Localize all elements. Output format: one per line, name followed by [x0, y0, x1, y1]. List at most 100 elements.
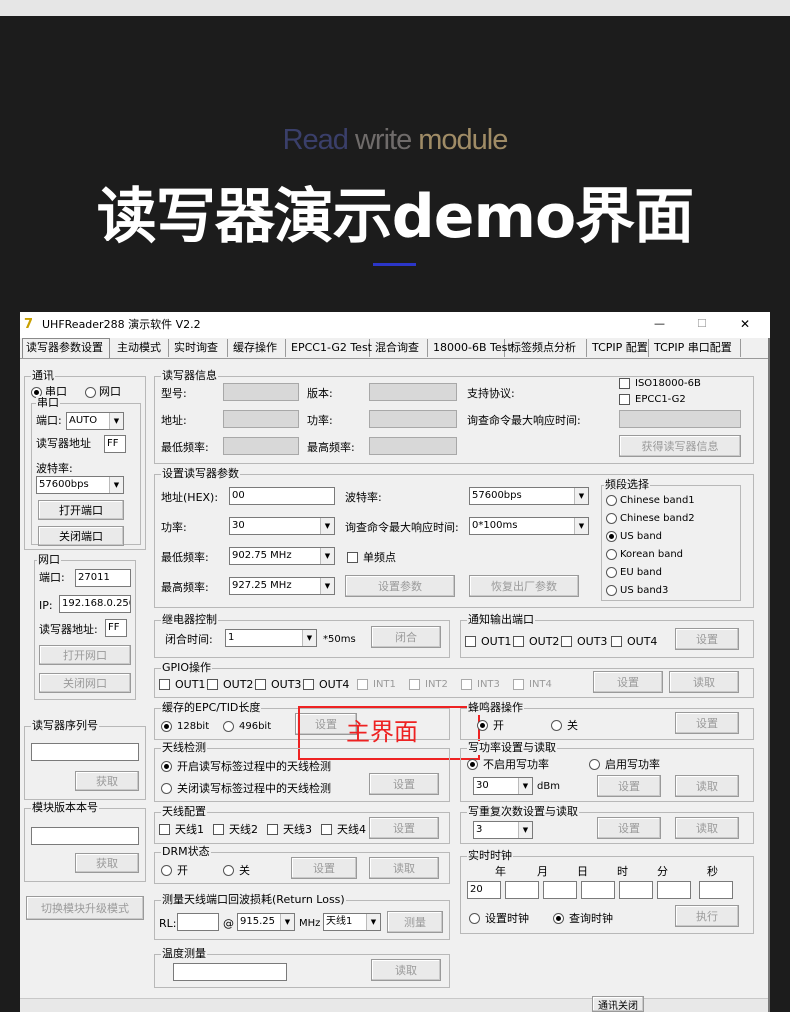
band-radio-eu[interactable]	[606, 567, 617, 578]
tab-freq-analysis[interactable]: 标签频点分析	[507, 339, 587, 357]
clock-exec-button[interactable]: 执行	[675, 905, 739, 927]
gpio-set-button[interactable]: 设置	[593, 671, 663, 693]
tab-mixed-query[interactable]: 混合询查	[372, 339, 428, 357]
gpio-int1-checkbox[interactable]	[357, 679, 368, 690]
wpower-read-button[interactable]: 读取	[675, 775, 739, 797]
clock-minute-input[interactable]	[619, 881, 653, 899]
gpio-out1-checkbox[interactable]	[159, 679, 170, 690]
tab-tcpip-config[interactable]: TCPIP 配置	[589, 339, 649, 357]
close-button[interactable]: ✕	[740, 317, 750, 331]
open-net-button[interactable]: 打开网口	[39, 645, 131, 665]
buzzer-set-button[interactable]: 设置	[675, 712, 739, 734]
close-port-button[interactable]: 关闭端口	[38, 526, 124, 546]
clock-set-radio[interactable]	[469, 913, 480, 924]
notify-out2-checkbox[interactable]	[513, 636, 524, 647]
serial-number-input[interactable]	[31, 743, 139, 761]
open-port-button[interactable]: 打开端口	[38, 500, 124, 520]
clock-query-radio[interactable]	[553, 913, 564, 924]
epc-checkbox[interactable]	[619, 394, 630, 405]
band-radio-us3[interactable]	[606, 585, 617, 596]
relay-time-select[interactable]: 1 ▼	[225, 629, 317, 647]
buzzer-off-radio[interactable]	[551, 720, 562, 731]
gpio-int2-checkbox[interactable]	[409, 679, 420, 690]
set-params-button[interactable]: 设置参数	[345, 575, 455, 597]
ant3-checkbox[interactable]	[267, 824, 278, 835]
retry-select[interactable]: 3 ▼	[473, 821, 533, 839]
temperature-read-button[interactable]: 读取	[371, 959, 441, 981]
rl-input[interactable]	[177, 913, 219, 931]
temperature-input[interactable]	[173, 963, 287, 981]
set-resp-select[interactable]: 0*100ms ▼	[469, 517, 589, 535]
single-freq-checkbox[interactable]	[347, 552, 358, 563]
epc-496-radio[interactable]	[223, 721, 234, 732]
retry-read-button[interactable]: 读取	[675, 817, 739, 839]
tab-active-mode[interactable]: 主动模式	[114, 339, 169, 357]
gpio-read-button[interactable]: 读取	[669, 671, 739, 693]
gpio-out3-checkbox[interactable]	[255, 679, 266, 690]
notify-out4-checkbox[interactable]	[611, 636, 622, 647]
drm-set-button[interactable]: 设置	[291, 857, 357, 879]
antdet-off-radio[interactable]	[161, 783, 172, 794]
tab-reader-params[interactable]: 读写器参数设置	[22, 338, 110, 358]
maximize-button[interactable]: ☐	[697, 317, 707, 331]
upgrade-mode-button[interactable]: 切换模块升级模式	[26, 896, 144, 920]
gpio-out4-checkbox[interactable]	[303, 679, 314, 690]
set-addr-input[interactable]: 00	[229, 487, 335, 505]
band-radio-cn2[interactable]	[606, 513, 617, 524]
clock-extra-input[interactable]	[699, 881, 733, 899]
notify-set-button[interactable]: 设置	[675, 628, 739, 650]
gpio-int3-checkbox[interactable]	[461, 679, 472, 690]
epc-128-radio[interactable]	[161, 721, 172, 732]
clock-month-input[interactable]	[505, 881, 539, 899]
band-radio-us[interactable]	[606, 531, 617, 542]
antdet-on-radio[interactable]	[161, 761, 172, 772]
minimize-button[interactable]: —	[654, 317, 665, 331]
retry-set-button[interactable]: 设置	[597, 817, 661, 839]
relay-close-button[interactable]: 闭合	[371, 626, 441, 648]
clock-day-input[interactable]	[543, 881, 577, 899]
notify-out3-checkbox[interactable]	[561, 636, 572, 647]
gpio-int4-checkbox[interactable]	[513, 679, 524, 690]
comm-baud-select[interactable]: 57600bps ▼	[36, 476, 124, 494]
set-power-select[interactable]: 30 ▼	[229, 517, 335, 535]
rl-measure-button[interactable]: 测量	[387, 911, 443, 933]
ant1-checkbox[interactable]	[159, 824, 170, 835]
rl-freq-select[interactable]: 915.25 ▼	[237, 913, 295, 931]
drm-read-button[interactable]: 读取	[369, 857, 439, 879]
tab-epcc1-test[interactable]: EPCC1-G2 Test	[288, 339, 372, 357]
set-baud-select[interactable]: 57600bps ▼	[469, 487, 589, 505]
status-button[interactable]: 通讯关闭	[592, 996, 644, 1012]
tab-tcpip-serial[interactable]: TCPIP 串口配置	[651, 339, 741, 357]
tab-realtime-query[interactable]: 实时询查	[171, 339, 228, 357]
net-addr-input[interactable]: FF	[105, 619, 127, 637]
clock-hour-input[interactable]	[581, 881, 615, 899]
wpower-select[interactable]: 30 ▼	[473, 777, 533, 795]
buzzer-on-radio[interactable]	[477, 720, 488, 731]
band-radio-korean[interactable]	[606, 549, 617, 560]
net-port-input[interactable]: 27011	[75, 569, 131, 587]
wpower-on-radio[interactable]	[589, 759, 600, 770]
get-reader-info-button[interactable]: 获得读写器信息	[619, 435, 741, 457]
get-module-version-button[interactable]: 获取	[75, 853, 139, 873]
wpower-off-radio[interactable]	[467, 759, 478, 770]
reset-params-button[interactable]: 恢复出厂参数	[469, 575, 579, 597]
ant4-checkbox[interactable]	[321, 824, 332, 835]
clock-second-input[interactable]	[657, 881, 691, 899]
notify-out1-checkbox[interactable]	[465, 636, 476, 647]
drm-off-radio[interactable]	[223, 865, 234, 876]
iso-checkbox[interactable]	[619, 378, 630, 389]
get-serial-button[interactable]: 获取	[75, 771, 139, 791]
antcfg-set-button[interactable]: 设置	[369, 817, 439, 839]
ip-input[interactable]: 192.168.0.250	[59, 595, 131, 613]
tab-buffer-ops[interactable]: 缓存操作	[230, 339, 286, 357]
clock-year-input[interactable]: 20	[467, 881, 501, 899]
ant2-checkbox[interactable]	[213, 824, 224, 835]
net-radio[interactable]	[85, 387, 96, 398]
set-min-freq-select[interactable]: 902.75 MHz ▼	[229, 547, 335, 565]
rl-antenna-select[interactable]: 天线1 ▼	[323, 913, 381, 931]
set-max-freq-select[interactable]: 927.25 MHz ▼	[229, 577, 335, 595]
tab-18000-test[interactable]: 18000-6B Test	[430, 339, 512, 357]
antdet-set-button[interactable]: 设置	[369, 773, 439, 795]
close-net-button[interactable]: 关闭网口	[39, 673, 131, 693]
module-version-input[interactable]	[31, 827, 139, 845]
